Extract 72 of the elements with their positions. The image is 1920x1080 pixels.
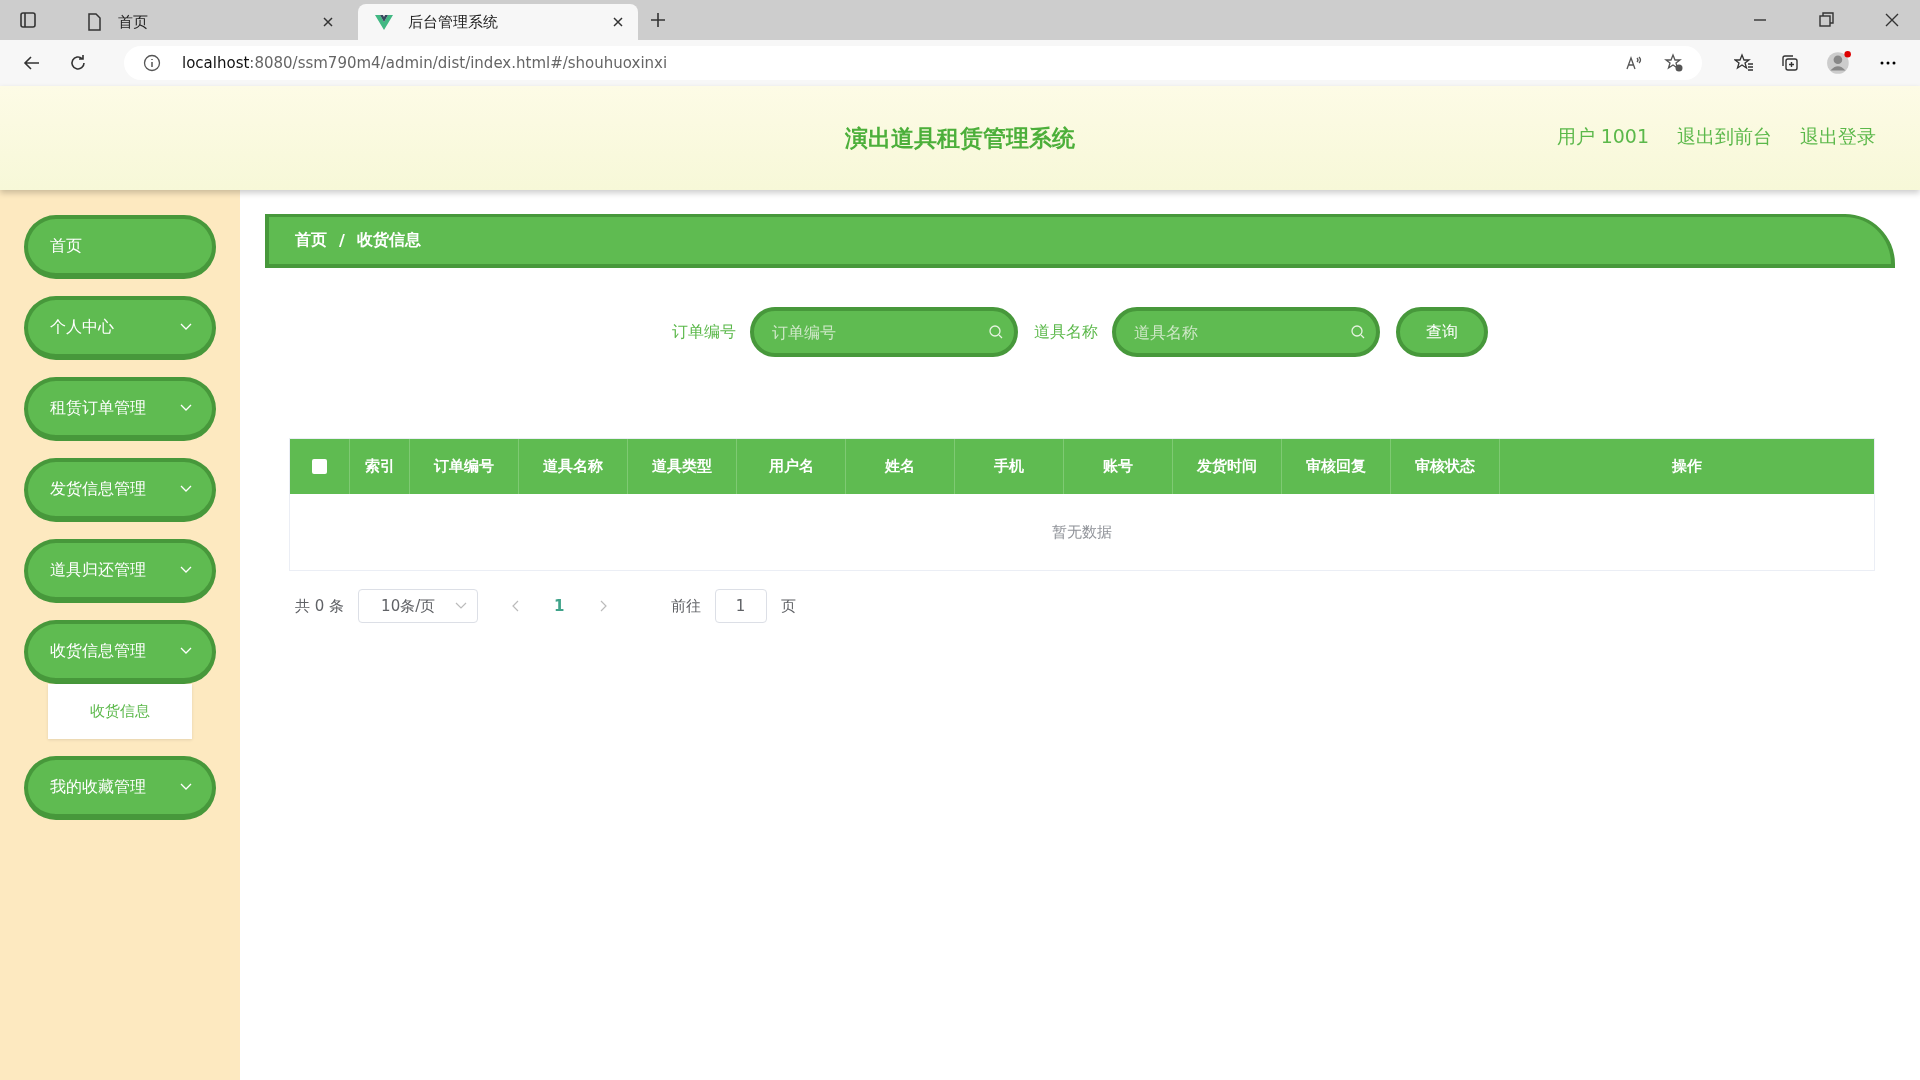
menu-label: 发货信息管理	[50, 478, 146, 500]
column-header: 审核状态	[1415, 457, 1475, 476]
chevron-icon	[180, 647, 192, 655]
info-icon[interactable]	[142, 53, 162, 73]
collections-icon[interactable]	[1780, 53, 1800, 73]
address-field[interactable]: localhost:8080/ssm790m4/admin/dist/index.html#/shouhuoxinxi	[124, 46, 1702, 80]
menu-item[interactable]: 道具归还管理	[24, 539, 216, 603]
column-header: 道具名称	[543, 457, 603, 476]
tab-title: 后台管理系统	[408, 12, 499, 32]
column-header: 道具类型	[652, 457, 712, 476]
submenu-item[interactable]: 收货信息	[90, 702, 150, 721]
goto-label: 前往	[670, 596, 701, 616]
menu-label: 我的收藏管理	[50, 776, 146, 798]
menu-item[interactable]: 我的收藏管理	[24, 756, 216, 820]
profile-icon[interactable]	[1826, 50, 1852, 76]
page-input[interactable]: 1	[714, 589, 767, 623]
column-header: 姓名	[885, 457, 915, 476]
menu-item[interactable]: 收货信息管理	[24, 620, 216, 684]
search-field[interactable]: 订单编号	[750, 307, 1018, 357]
favorites-icon[interactable]	[1734, 53, 1754, 73]
field-label: 道具名称	[1034, 321, 1098, 343]
empty-text: 暂无数据	[1052, 522, 1112, 542]
chevron-icon	[180, 783, 192, 791]
column-header: 订单编号	[434, 457, 494, 476]
chevron-icon	[180, 566, 192, 574]
menu-item[interactable]: 首页	[24, 215, 216, 279]
header-link[interactable]: 用户 1001	[1556, 124, 1649, 150]
total-count: 共 0 条	[295, 596, 345, 616]
v-logo-icon	[374, 12, 394, 32]
tab-title: 首页	[118, 12, 149, 32]
chevron-icon	[180, 485, 192, 493]
page-number[interactable]: 1	[554, 597, 565, 615]
column-header: 发货时间	[1197, 457, 1257, 476]
app-title: 演出道具租赁管理系统	[845, 123, 1075, 153]
field-label: 订单编号	[672, 321, 736, 343]
caret-icon	[455, 602, 468, 610]
column-header: 审核回复	[1306, 457, 1366, 476]
search-button[interactable]: 查询	[1396, 307, 1488, 357]
header-link[interactable]: 退出登录	[1800, 124, 1876, 150]
menu-item[interactable]: 个人中心	[24, 296, 216, 360]
column-header: 索引	[364, 457, 395, 476]
search-icon	[1350, 324, 1366, 340]
column-header: 账号	[1103, 457, 1133, 476]
menu-label: 收货信息管理	[50, 640, 146, 662]
tab-actions-icon[interactable]	[18, 10, 38, 30]
chevron-icon	[180, 404, 192, 412]
select-all-checkbox[interactable]	[312, 459, 327, 474]
column-header: 操作	[1672, 457, 1702, 476]
search-field[interactable]: 道具名称	[1112, 307, 1380, 357]
breadcrumb-item[interactable]: 首页	[295, 230, 327, 251]
menu-label: 租赁订单管理	[50, 397, 146, 419]
column-header: 手机	[994, 457, 1024, 476]
page-size-select[interactable]: 10条/页	[358, 589, 479, 623]
restore-icon[interactable]	[1816, 10, 1836, 30]
chevron-icon	[180, 323, 192, 331]
url-text: localhost:8080/ssm790m4/admin/dist/index.html#/shouhuoxinxi	[182, 54, 668, 72]
star-add-icon[interactable]	[1664, 53, 1684, 73]
menu-item[interactable]: 租赁订单管理	[24, 377, 216, 441]
page-suffix: 页	[780, 596, 796, 616]
reload-icon[interactable]	[68, 53, 88, 73]
menu-label: 道具归还管理	[50, 559, 146, 581]
new-tab-icon[interactable]	[648, 10, 668, 30]
menu-label: 首页	[50, 235, 82, 257]
browser-tab[interactable]: 后台管理系统	[358, 4, 638, 40]
menu-item[interactable]: 发货信息管理	[24, 458, 216, 522]
menu-label: 个人中心	[50, 316, 114, 338]
breadcrumb-separator: /	[339, 231, 345, 250]
browser-tab[interactable]: 首页	[68, 4, 348, 40]
breadcrumb-item: 收货信息	[356, 230, 421, 251]
search-icon	[988, 324, 1004, 340]
header-link[interactable]: 退出到前台	[1677, 124, 1772, 150]
column-header: 用户名	[768, 457, 814, 476]
